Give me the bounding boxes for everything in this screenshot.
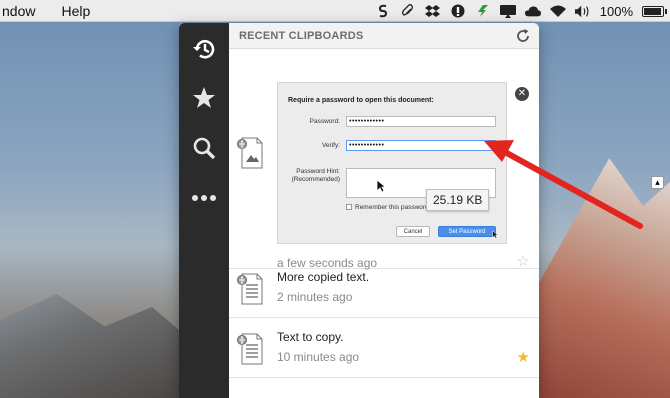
image-file-icon bbox=[237, 137, 263, 169]
thumb-hint-label: Password Hint: bbox=[296, 168, 340, 175]
menu-window[interactable]: ndow bbox=[2, 3, 35, 19]
clip-item-text[interactable]: More copied text. 2 minutes ago bbox=[229, 260, 539, 318]
panel-title: RECENT CLIPBOARDS bbox=[239, 29, 364, 42]
thumb-set-password-button: Set Password bbox=[438, 226, 496, 237]
sidebar-item-more[interactable] bbox=[179, 180, 229, 216]
clip-title: More copied text. bbox=[277, 270, 370, 284]
menu-bar: ndow Help 100% bbox=[0, 0, 670, 22]
close-icon[interactable]: ✕ bbox=[515, 87, 529, 101]
battery-percent: 100% bbox=[599, 3, 633, 19]
wallpaper-mountain-left bbox=[0, 294, 190, 398]
sidebar bbox=[179, 23, 229, 398]
paperclip-icon[interactable] bbox=[400, 4, 416, 18]
thumb-password-label: Password: bbox=[309, 118, 340, 125]
clipboard-list-panel: RECENT CLIPBOARDS Require a password to … bbox=[229, 23, 539, 398]
panel-header: RECENT CLIPBOARDS bbox=[229, 23, 539, 49]
text-file-icon bbox=[237, 333, 263, 365]
dropbox-icon[interactable] bbox=[425, 4, 441, 18]
thumb-remember-checkbox bbox=[346, 204, 352, 211]
more-icon bbox=[192, 195, 216, 201]
cloud-icon[interactable] bbox=[524, 4, 541, 18]
clip-item-text[interactable]: Text to copy. 10 minutes ago ★ bbox=[229, 318, 539, 378]
clip-thumbnail[interactable]: Require a password to open this document… bbox=[277, 82, 507, 244]
sidebar-item-search[interactable] bbox=[179, 130, 229, 166]
thumb-heading: Require a password to open this document… bbox=[288, 97, 434, 104]
clipboard-app-window: RECENT CLIPBOARDS Require a password to … bbox=[179, 23, 539, 398]
search-icon bbox=[193, 137, 216, 160]
thumb-verify-field: •••••••••••• bbox=[346, 140, 496, 151]
thumb-verify-label: Verify: bbox=[321, 142, 340, 149]
battery-fill bbox=[644, 7, 661, 15]
display-icon[interactable] bbox=[499, 4, 516, 18]
info-circle-icon[interactable] bbox=[450, 4, 466, 18]
favorite-star-filled-icon[interactable]: ★ bbox=[517, 350, 530, 365]
thumb-cancel-button: Cancel bbox=[396, 226, 430, 237]
skype-icon[interactable] bbox=[375, 4, 391, 18]
volume-icon[interactable] bbox=[574, 4, 591, 18]
thumb-hint-label-2: (Recommended) bbox=[291, 176, 340, 183]
desktop-chip-icon: ▴ bbox=[651, 176, 664, 189]
sidebar-item-favorites[interactable] bbox=[179, 80, 229, 116]
clip-title: Text to copy. bbox=[277, 330, 344, 344]
wallpaper-mountain-right bbox=[535, 158, 670, 398]
clip-time: 2 minutes ago bbox=[277, 290, 353, 304]
wifi-icon[interactable] bbox=[549, 4, 566, 18]
thumb-password-field: •••••••••••• bbox=[346, 116, 496, 127]
size-tooltip: 25.19 KB bbox=[426, 189, 490, 211]
text-file-icon bbox=[237, 273, 263, 305]
cursor-icon-small bbox=[492, 230, 498, 239]
clip-time: 10 minutes ago bbox=[277, 350, 360, 364]
sidebar-item-history[interactable] bbox=[179, 31, 229, 67]
history-icon bbox=[193, 40, 215, 59]
status-area: 100% bbox=[375, 0, 667, 22]
cursor-icon bbox=[376, 179, 386, 193]
clip-item-image[interactable]: Require a password to open this document… bbox=[229, 49, 539, 270]
battery-icon[interactable] bbox=[642, 5, 667, 17]
star-icon bbox=[193, 87, 215, 108]
menu-help[interactable]: Help bbox=[61, 3, 90, 19]
tree-icon[interactable] bbox=[475, 4, 491, 18]
refresh-icon[interactable] bbox=[515, 28, 531, 44]
